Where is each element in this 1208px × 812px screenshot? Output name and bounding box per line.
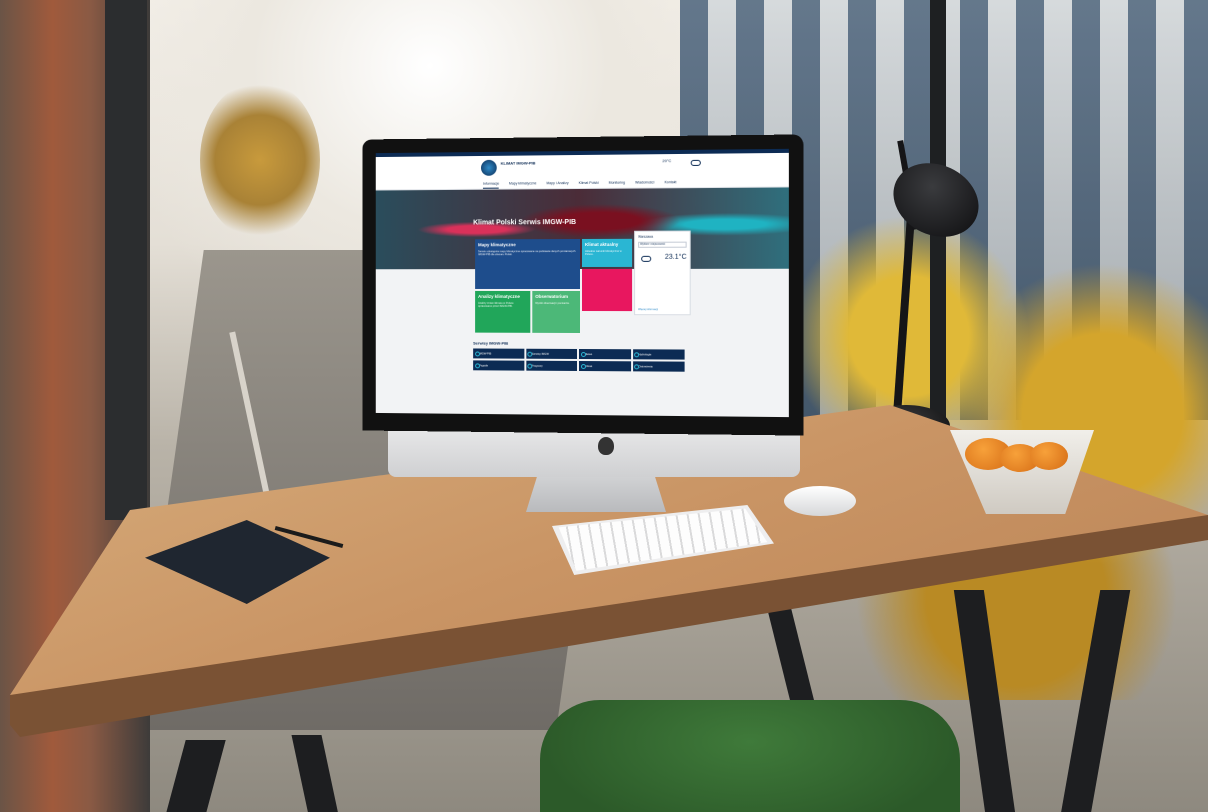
tile-text: Serwis udostępnia mapy klimatyczne oprac… [478,250,576,257]
mouse [784,486,856,516]
site-main: Mapy klimatyczne Serwis udostępnia mapy … [376,230,789,417]
imac-screen: KLIMAT IMGW-PIB 20°C Informacje Mapy kli… [362,134,804,436]
tile-climate-maps[interactable]: Mapy klimatyczne Serwis udostępnia mapy … [475,238,580,290]
site-logo-icon[interactable] [480,159,497,176]
service-button[interactable]: Hydrologia [632,349,685,360]
tile-climate-analysis[interactable]: Analizy klimatyczne Analizy zmian klimat… [475,290,531,333]
autumn-tree-left [200,80,320,240]
cloud-icon [641,255,652,262]
tile-text: Wyniki obserwacji i pomiarów. [535,301,570,305]
website: KLIMAT IMGW-PIB 20°C Informacje Mapy kli… [375,148,789,418]
more-info-link[interactable]: Więcej informacji [638,308,658,311]
service-button[interactable]: Prognozy [525,360,578,371]
green-cushion [540,700,960,812]
tile-title: Obserwatorium [535,293,569,299]
nav-item[interactable]: Informacje [483,181,500,189]
tile-current-climate[interactable]: Klimat aktualny Aktualne warunki klimaty… [581,238,633,267]
nav-item[interactable]: Mapy i Analizy [546,181,568,188]
header-temperature: 20°C [662,158,672,164]
tile-text: Analizy zmian klimatu w Polsce opracowan… [478,301,514,309]
cloud-icon [690,159,701,166]
imac: KLIMAT IMGW-PIB 20°C Informacje Mapy kli… [358,134,804,512]
nav-item[interactable]: Kontakt [664,180,676,187]
nav-item[interactable]: Klimat Polski [579,181,599,188]
service-button[interactable]: IMGW-PIB [473,348,524,359]
weather-card-title: Warszawa [638,234,654,239]
window-frame [105,0,147,520]
service-button[interactable]: Ostrzeżenia [632,361,685,372]
service-button[interactable]: Pogoda [473,360,524,371]
services-grid: IMGW-PIB Serwisy IMGW Meteo Hydrologia P… [473,348,685,372]
site-header: KLIMAT IMGW-PIB 20°C [375,152,789,181]
pumpkin [1030,442,1068,470]
apple-logo-icon [598,437,614,455]
tile-text: Aktualne warunki klimatyczne w Polsce. [584,249,622,257]
tile-title: Mapy klimatyczne [478,242,516,248]
tile-title: Klimat aktualny [584,241,619,247]
site-logo-text[interactable]: KLIMAT IMGW-PIB [501,160,541,165]
service-button[interactable]: Meteo [579,349,631,360]
weather-card: Warszawa Wybierz miejscowość 23.1°C Więc… [634,230,691,316]
nav-item[interactable]: Wiadomości [635,180,654,187]
photo-scene: KLIMAT IMGW-PIB 20°C Informacje Mapy kli… [0,0,1208,812]
tile-observatory[interactable]: Obserwatorium Wyniki obserwacji i pomiar… [532,290,580,334]
nav-item[interactable]: Mapy klimatyczne [509,181,537,188]
desk-leg [164,740,226,812]
service-button[interactable]: Klimat [579,361,631,372]
service-button[interactable]: Serwisy IMGW [525,348,578,359]
desk-leg [291,735,339,812]
services-title: Serwisy IMGW-PIB [473,340,509,346]
nav-item[interactable]: Monitoring [609,181,625,188]
tile-title: Analizy klimatyczne [478,293,520,299]
tile-pink[interactable] [581,268,633,312]
hero-title: Klimat Polski Serwis IMGW-PIB [473,219,577,227]
location-select[interactable]: Wybierz miejscowość [638,241,687,248]
